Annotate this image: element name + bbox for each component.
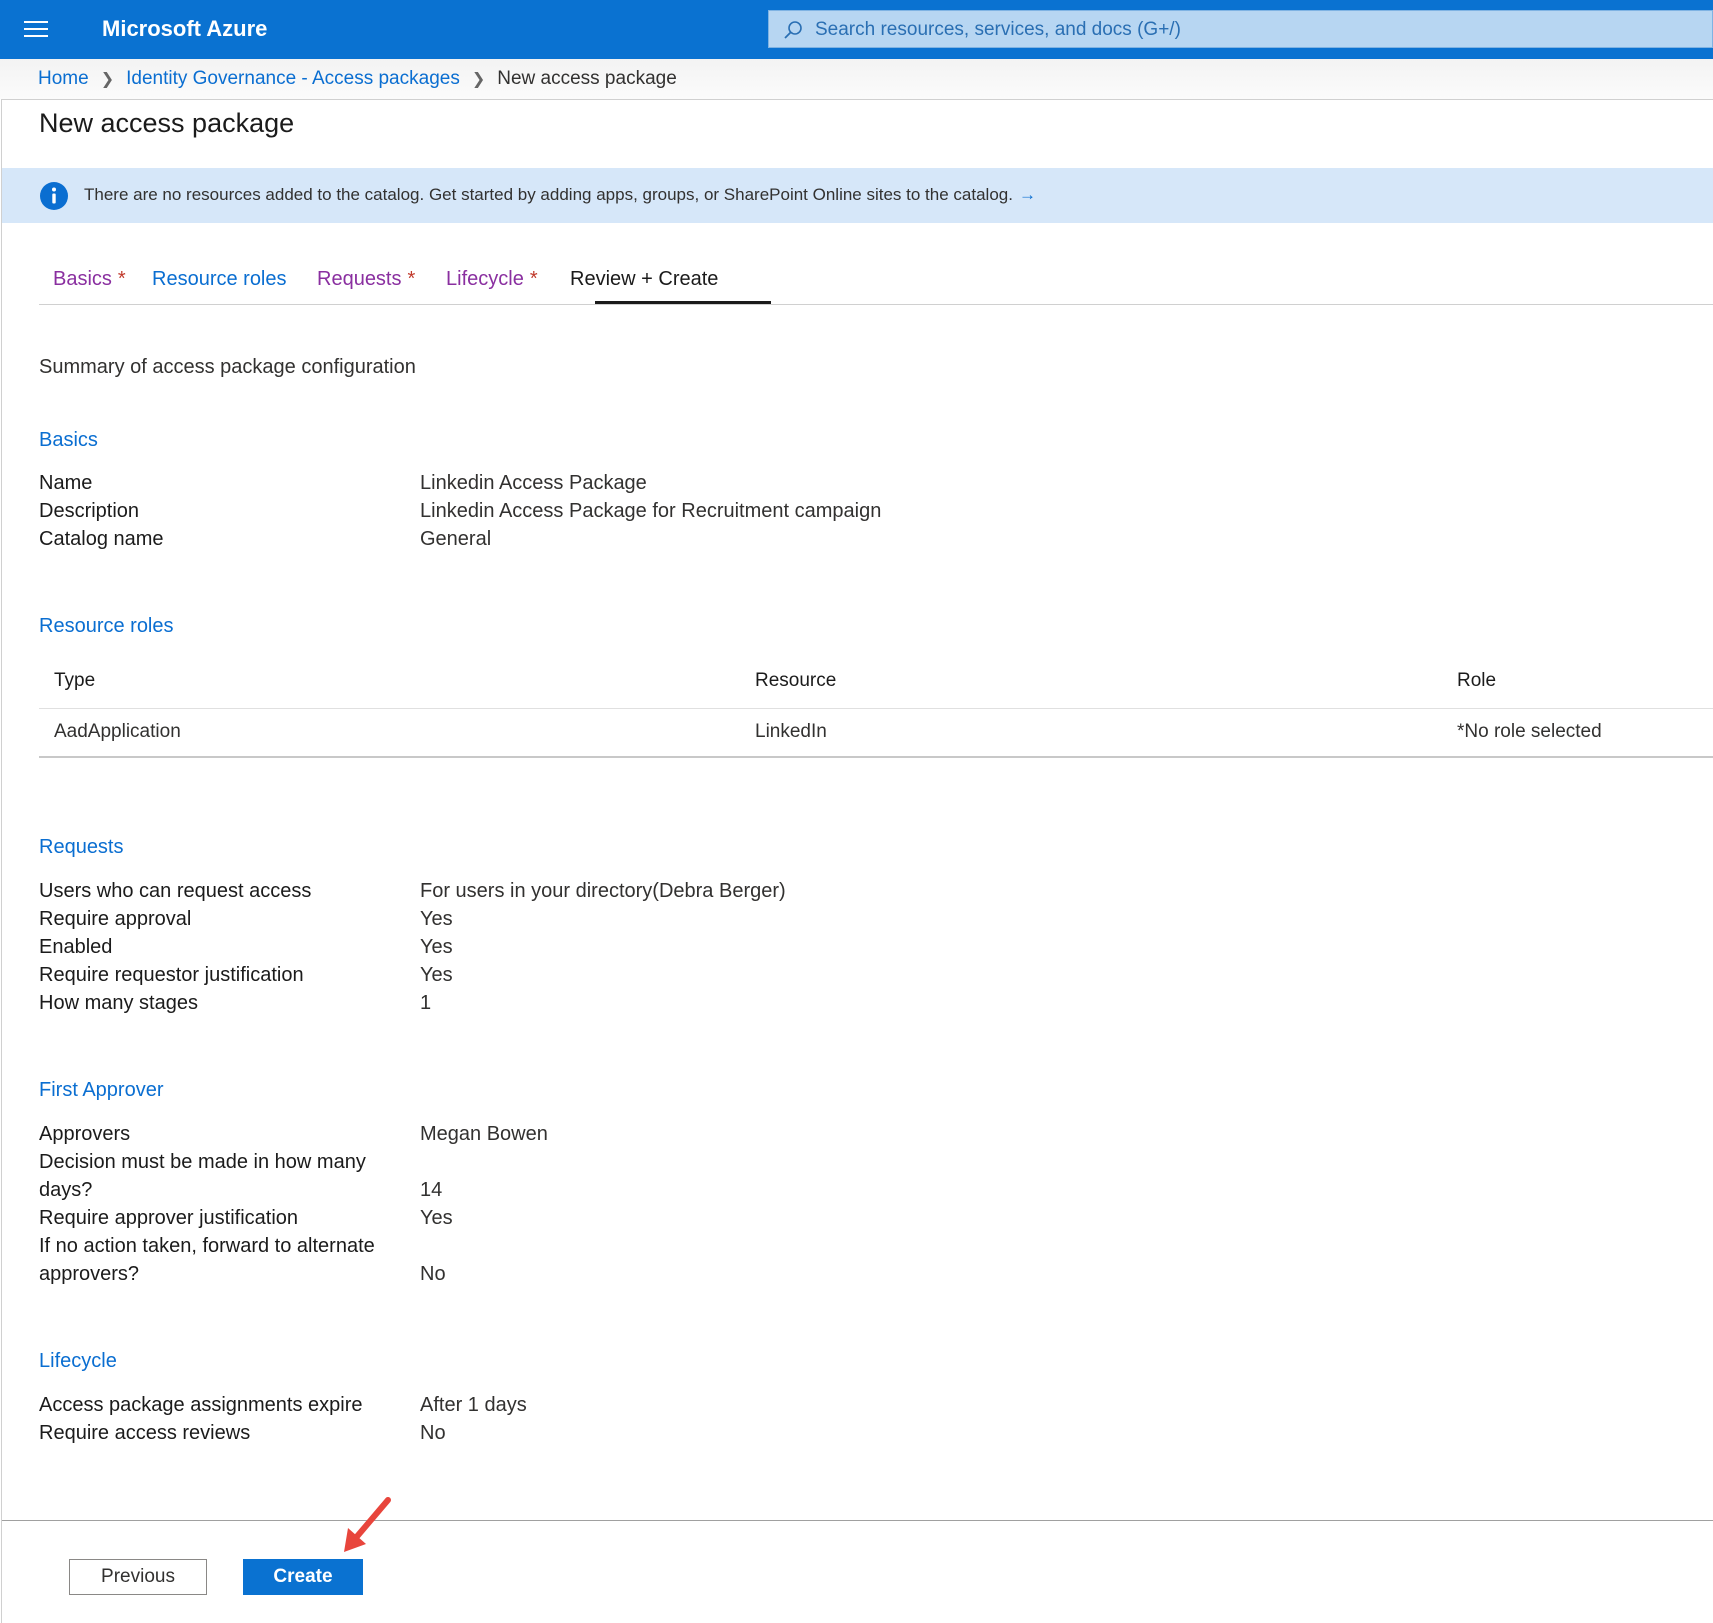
section-lifecycle-heading: Lifecycle: [39, 1350, 117, 1372]
required-marker: *: [529, 268, 538, 290]
stages-label: How many stages: [39, 992, 198, 1014]
users-request-label: Users who can request access: [39, 880, 312, 902]
tab-requests-label: Requests: [317, 268, 402, 290]
decision-days-value: 14: [420, 1179, 443, 1201]
decision-days-label: Decision must be made in how many: [39, 1151, 366, 1173]
info-message-text: There are no resources added to the cata…: [84, 185, 1013, 204]
enabled-value: Yes: [420, 936, 453, 958]
tab-review-create-label: Review + Create: [570, 268, 719, 290]
approver-justification-label: Require approver justification: [39, 1207, 299, 1229]
breadcrumb-home-link[interactable]: Home: [38, 68, 89, 90]
page-title: New access package: [39, 108, 295, 138]
expire-value: After 1 days: [420, 1394, 527, 1416]
access-reviews-value: No: [420, 1422, 446, 1444]
stages-value: 1: [420, 992, 432, 1014]
name-label: Name: [39, 472, 93, 494]
table-row: AadApplication LinkedIn *No role selecte…: [39, 709, 1713, 758]
section-basics-heading: Basics: [39, 429, 98, 451]
chevron-right-icon: ❯: [100, 71, 115, 88]
section-first-approver-heading: First Approver: [39, 1079, 164, 1101]
create-button[interactable]: Create: [243, 1559, 363, 1595]
top-bar: Microsoft Azure: [0, 0, 1713, 59]
access-reviews-label: Require access reviews: [39, 1422, 251, 1444]
tab-basics[interactable]: Basics *: [53, 268, 126, 291]
requestor-justification-value: Yes: [420, 964, 453, 986]
approvers-label: Approvers: [39, 1123, 131, 1145]
annotation-arrow-icon: [344, 1497, 391, 1552]
resource-roles-table: Type Resource Role AadApplication Linked…: [39, 658, 1713, 758]
search-box[interactable]: [768, 10, 1713, 48]
tab-review-create[interactable]: Review + Create: [570, 268, 718, 291]
footer-divider: [2, 1520, 1713, 1521]
requestor-justification-label: Require requestor justification: [39, 964, 304, 986]
catalog-label: Catalog name: [39, 528, 164, 550]
tab-resource-roles[interactable]: Resource roles: [152, 268, 287, 291]
required-marker: *: [117, 268, 126, 290]
info-banner: There are no resources added to the cata…: [2, 168, 1713, 223]
tab-basics-label: Basics: [53, 268, 112, 290]
tab-lifecycle-label: Lifecycle: [446, 268, 524, 290]
enabled-label: Enabled: [39, 936, 113, 958]
info-icon: [40, 182, 68, 210]
description-value: Linkedin Access Package for Recruitment …: [420, 500, 882, 522]
breadcrumb-parent-link[interactable]: Identity Governance - Access packages: [126, 68, 460, 90]
breadcrumb: Home ❯ Identity Governance - Access pack…: [38, 68, 677, 90]
search-input[interactable]: [813, 15, 1697, 45]
cell-role: *No role selected: [1457, 721, 1602, 742]
require-approval-label: Require approval: [39, 908, 192, 930]
expire-label: Access package assignments expire: [39, 1394, 363, 1416]
required-marker: *: [407, 268, 416, 290]
breadcrumb-current: New access package: [497, 68, 677, 89]
forward-alternate-value: No: [420, 1263, 446, 1285]
column-header-role: Role: [1457, 670, 1497, 691]
column-header-type: Type: [54, 670, 96, 691]
approvers-value: Megan Bowen: [420, 1123, 548, 1145]
summary-heading: Summary of access package configuration: [39, 356, 416, 378]
hamburger-menu-icon[interactable]: [24, 19, 48, 39]
info-message: There are no resources added to the cata…: [84, 185, 1036, 205]
wizard-tabs: Basics * Resource roles Requests * Lifecyc…: [39, 262, 1713, 305]
arrow-right-icon[interactable]: →: [1019, 185, 1036, 204]
chevron-right-icon: ❯: [471, 71, 486, 88]
forward-alternate-label: If no action taken, forward to alternate: [39, 1235, 375, 1257]
cell-type: AadApplication: [54, 721, 181, 742]
users-request-value: For users in your directory(Debra Berger…: [420, 880, 786, 902]
decision-days-label-cont: days?: [39, 1179, 93, 1201]
tab-requests[interactable]: Requests *: [317, 268, 415, 291]
column-header-resource: Resource: [755, 670, 837, 691]
tab-lifecycle[interactable]: Lifecycle *: [446, 268, 538, 291]
require-approval-value: Yes: [420, 908, 453, 930]
approver-justification-value: Yes: [420, 1207, 453, 1229]
table-header: Type Resource Role: [39, 658, 1713, 709]
brand-title[interactable]: Microsoft Azure: [102, 16, 267, 42]
active-tab-indicator: [595, 301, 771, 304]
description-label: Description: [39, 500, 140, 522]
previous-button[interactable]: Previous: [69, 1559, 207, 1595]
cell-resource: LinkedIn: [755, 721, 827, 742]
section-requests-heading: Requests: [39, 836, 124, 858]
search-icon: [784, 21, 802, 39]
forward-alternate-label-cont: approvers?: [39, 1263, 140, 1285]
section-resource-roles-heading: Resource roles: [39, 615, 174, 637]
tab-resource-roles-label: Resource roles: [152, 268, 287, 290]
catalog-value: General: [420, 528, 492, 550]
name-value: Linkedin Access Package: [420, 472, 647, 494]
